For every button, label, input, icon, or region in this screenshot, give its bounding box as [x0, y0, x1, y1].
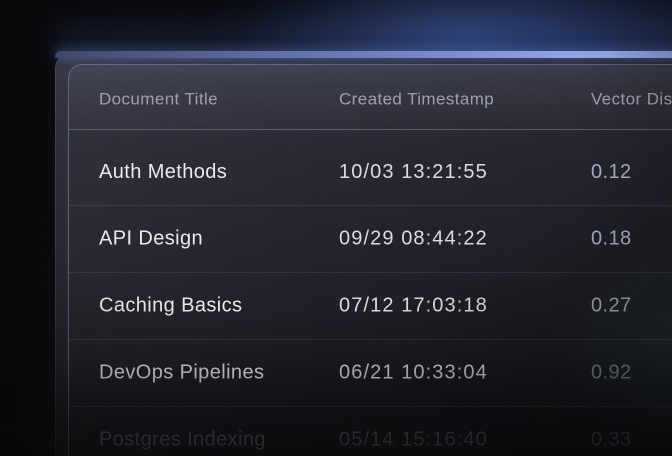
table-header: Document Title Created Timestamp Vector …	[69, 65, 672, 130]
column-header-vector-distance: Vector Distance	[591, 85, 672, 110]
table-row-auth-methods[interactable]: Auth Methods 10/03 13:21:55 0.12	[69, 130, 672, 206]
cell-document-title: Caching Basics	[99, 295, 242, 318]
cell-document-title: Postgres Indexing	[99, 429, 266, 452]
cell-document-title: DevOps Pipelines	[99, 362, 264, 385]
cell-created-timestamp: 10/03 13:21:55	[339, 152, 488, 184]
cell-created-timestamp: 09/29 08:44:22	[339, 228, 488, 251]
cell-vector-distance: 0.92	[591, 362, 632, 385]
cell-document-title: Auth Methods	[99, 152, 227, 184]
screen: Document Title Created Timestamp Vector …	[0, 0, 672, 456]
documents-table: Document Title Created Timestamp Vector …	[68, 64, 672, 456]
cell-created-timestamp: 05/14 15:16:40	[339, 429, 488, 452]
card-top-highlight	[55, 51, 672, 58]
table-row-caching-basics[interactable]: Caching Basics 07/12 17:03:18 0.27	[69, 273, 672, 340]
table-row-devops-pipelines[interactable]: DevOps Pipelines 06/21 10:33:04 0.92	[69, 340, 672, 407]
cell-vector-distance: 0.27	[591, 295, 632, 318]
cell-vector-distance: 0.33	[591, 429, 632, 452]
cell-vector-distance: 0.18	[591, 228, 632, 251]
cell-document-title: API Design	[99, 228, 203, 251]
results-card: Document Title Created Timestamp Vector …	[55, 51, 672, 456]
table-row-postgres-indexing[interactable]: Postgres Indexing 05/14 15:16:40 0.33	[69, 407, 672, 456]
column-header-created-timestamp: Created Timestamp	[339, 85, 494, 110]
cell-created-timestamp: 06/21 10:33:04	[339, 362, 488, 385]
cell-vector-distance: 0.12	[591, 152, 632, 184]
cell-created-timestamp: 07/12 17:03:18	[339, 295, 488, 318]
table-row-api-design[interactable]: API Design 09/29 08:44:22 0.18	[69, 206, 672, 273]
column-header-document-title: Document Title	[99, 85, 218, 110]
